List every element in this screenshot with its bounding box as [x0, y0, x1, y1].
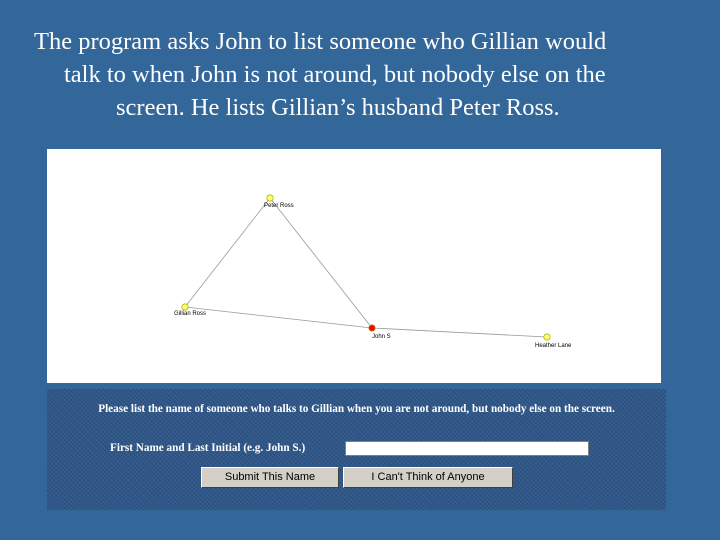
name-input[interactable] — [345, 441, 589, 456]
cant-think-button[interactable]: I Can't Think of Anyone — [343, 467, 513, 488]
node-peter — [266, 194, 274, 202]
caption-line-3: screen. He lists Gillian’s husband Peter… — [116, 94, 560, 121]
graph-nodes: Peter Ross Gillian Ross John S Heather Lane — [174, 194, 572, 349]
node-label-peter: Peter Ross — [264, 203, 294, 209]
network-graph: Peter Ross Gillian Ross John S Heather Lane — [174, 194, 572, 349]
node-gillian — [181, 303, 189, 311]
edge-john-heather — [371, 327, 548, 338]
name-field-label: First Name and Last Initial (e.g. John S… — [110, 442, 306, 454]
caption-line-1: The program asks John to list someone wh… — [34, 28, 607, 55]
node-heather — [543, 333, 551, 341]
node-label-gillian: Gillian Ross — [174, 311, 206, 317]
caption-line-2: talk to when John is not around, but nob… — [64, 61, 606, 88]
name-entry-form: Please list the name of someone who talk… — [47, 389, 666, 510]
node-john — [368, 324, 376, 332]
node-label-heather: Heather Lane — [535, 343, 572, 349]
submit-name-button[interactable]: Submit This Name — [201, 467, 339, 488]
edge-peter-john — [269, 197, 373, 329]
network-graph-panel: Peter Ross Gillian Ross John S Heather Lane — [47, 149, 661, 383]
edge-peter-gillian — [184, 197, 271, 308]
edge-gillian-john — [184, 306, 373, 329]
slide-caption: The program asks John to list someone wh… — [30, 25, 700, 124]
form-prompt: Please list the name of someone who talk… — [98, 403, 615, 415]
node-label-john: John S — [372, 334, 391, 340]
graph-edges — [184, 197, 548, 338]
